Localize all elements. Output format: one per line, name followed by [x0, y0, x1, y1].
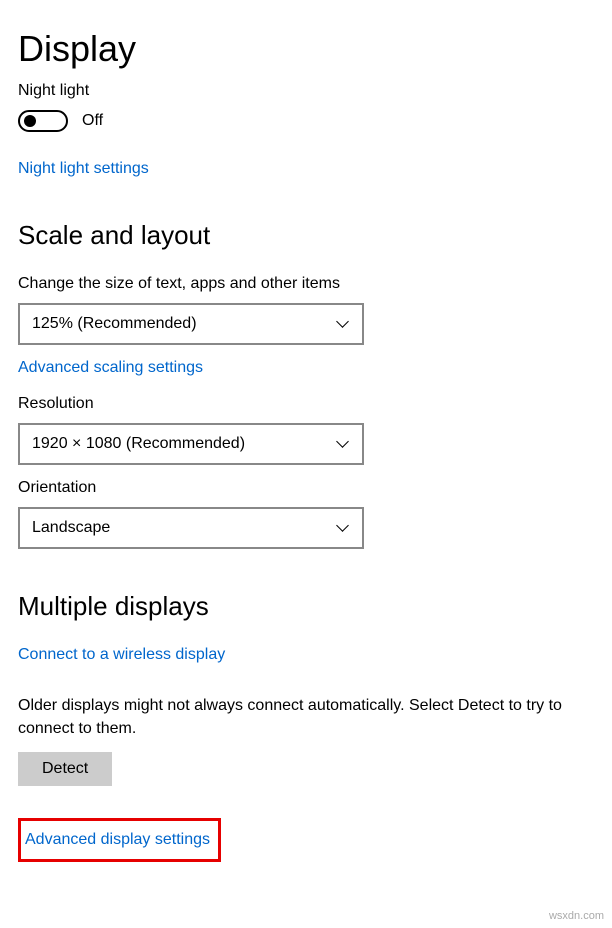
orientation-select[interactable]: Landscape — [18, 507, 364, 549]
chevron-down-icon — [336, 521, 350, 535]
toggle-knob — [24, 115, 36, 127]
multiple-displays-heading: Multiple displays — [18, 591, 594, 622]
detect-button[interactable]: Detect — [18, 752, 112, 786]
watermark: wsxdn.com — [549, 910, 604, 922]
connect-wireless-display-link[interactable]: Connect to a wireless display — [18, 646, 225, 664]
night-light-toggle-state: Off — [82, 112, 103, 130]
resolution-select-value: 1920 × 1080 (Recommended) — [32, 435, 245, 453]
resolution-label: Resolution — [18, 395, 594, 413]
resolution-select[interactable]: 1920 × 1080 (Recommended) — [18, 423, 364, 465]
scale-select-value: 125% (Recommended) — [32, 315, 197, 333]
night-light-label: Night light — [18, 82, 594, 100]
night-light-settings-link[interactable]: Night light settings — [18, 160, 149, 178]
detect-help-text: Older displays might not always connect … — [18, 694, 568, 740]
night-light-toggle[interactable] — [18, 110, 68, 132]
scale-layout-heading: Scale and layout — [18, 220, 594, 251]
chevron-down-icon — [336, 437, 350, 451]
scale-select[interactable]: 125% (Recommended) — [18, 303, 364, 345]
advanced-scaling-link[interactable]: Advanced scaling settings — [18, 359, 203, 377]
advanced-display-settings-link[interactable]: Advanced display settings — [25, 831, 210, 849]
highlight-box: Advanced display settings — [18, 818, 221, 862]
night-light-toggle-row: Off — [18, 110, 594, 132]
page-title: Display — [18, 28, 594, 70]
scale-label: Change the size of text, apps and other … — [18, 275, 594, 293]
chevron-down-icon — [336, 317, 350, 331]
orientation-select-value: Landscape — [32, 519, 110, 537]
orientation-label: Orientation — [18, 479, 594, 497]
